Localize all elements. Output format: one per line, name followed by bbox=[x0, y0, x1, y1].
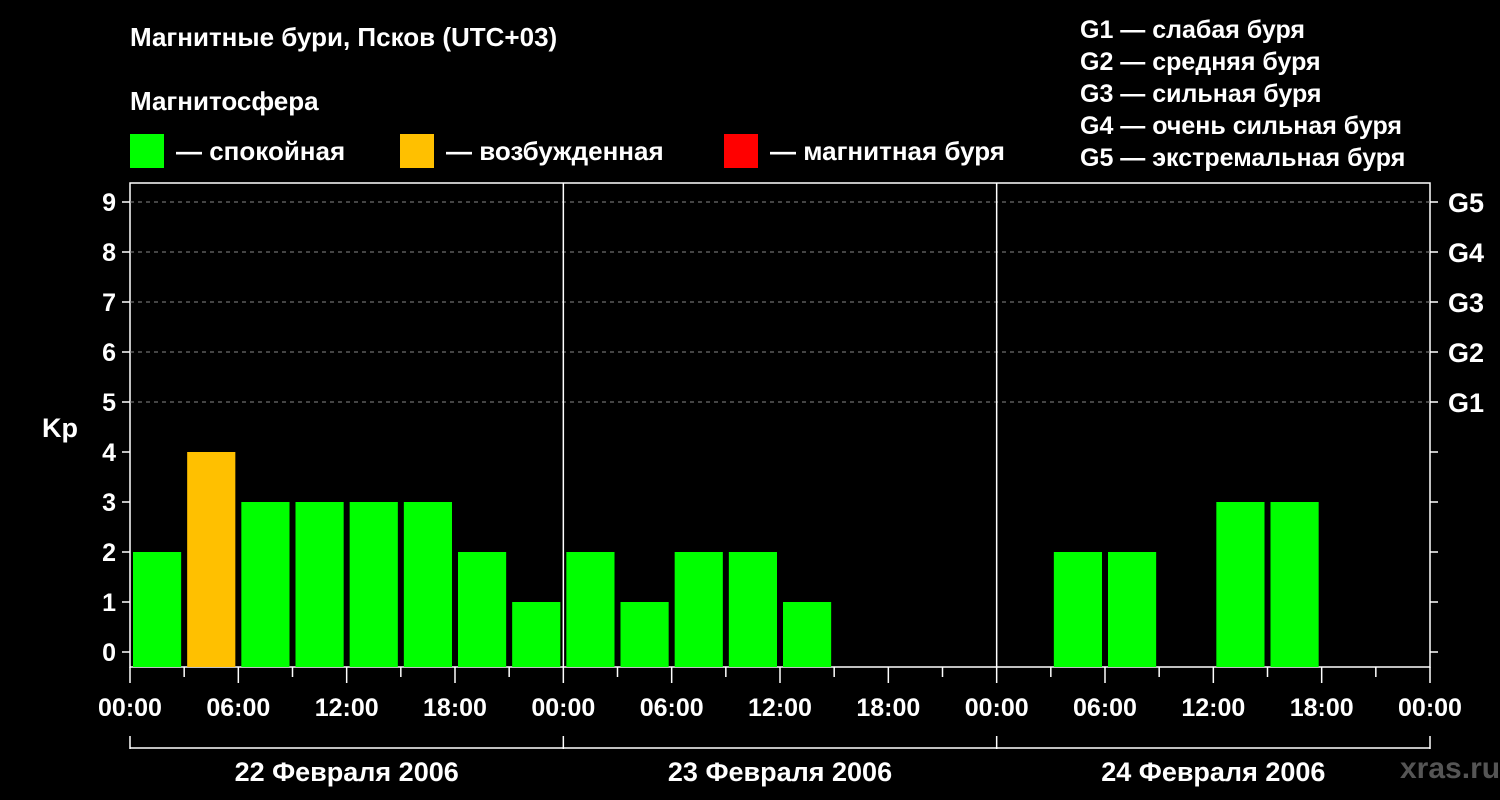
x-tick-label: 18:00 bbox=[1290, 694, 1354, 722]
x-tick-label: 12:00 bbox=[748, 694, 812, 722]
y-tick-label: 7 bbox=[102, 289, 116, 317]
g-level-label: G3 bbox=[1448, 288, 1484, 318]
y-tick-label: 2 bbox=[102, 539, 116, 567]
x-tick-label: 18:00 bbox=[423, 694, 487, 722]
kp-bar bbox=[241, 502, 290, 667]
kp-bar bbox=[783, 602, 832, 667]
day-label: 24 Февраля 2006 bbox=[1101, 757, 1325, 787]
y-tick-label: 8 bbox=[102, 239, 116, 267]
x-tick-label: 06:00 bbox=[1073, 694, 1137, 722]
day-label: 22 Февраля 2006 bbox=[235, 757, 459, 787]
x-tick-label: 12:00 bbox=[1181, 694, 1245, 722]
site-watermark: xras.ru bbox=[1400, 752, 1500, 785]
y-tick-label: 9 bbox=[102, 189, 116, 217]
kp-bar bbox=[295, 502, 344, 667]
day-label: 23 Февраля 2006 bbox=[668, 757, 892, 787]
x-tick-label: 06:00 bbox=[206, 694, 270, 722]
kp-bar bbox=[728, 552, 777, 667]
kp-bar bbox=[349, 502, 398, 667]
g-level-label: G1 bbox=[1448, 388, 1484, 418]
kp-bar bbox=[458, 552, 507, 667]
y-axis-label: Kp bbox=[42, 413, 78, 443]
kp-bar bbox=[133, 552, 182, 667]
kp-bar bbox=[1216, 502, 1265, 667]
x-tick-label: 00:00 bbox=[98, 694, 162, 722]
kp-bar bbox=[566, 552, 615, 667]
x-tick-label: 00:00 bbox=[1398, 694, 1462, 722]
y-tick-label: 3 bbox=[102, 489, 116, 517]
kp-bar bbox=[1108, 552, 1157, 667]
y-tick-label: 1 bbox=[102, 589, 116, 617]
y-tick-label: 4 bbox=[102, 439, 116, 467]
x-tick-label: 00:00 bbox=[965, 694, 1029, 722]
kp-bar bbox=[187, 452, 236, 667]
kp-bar bbox=[512, 602, 561, 667]
y-tick-label: 6 bbox=[102, 339, 116, 367]
kp-bar bbox=[1053, 552, 1102, 667]
y-tick-label: 0 bbox=[102, 639, 116, 667]
g-level-label: G4 bbox=[1448, 238, 1484, 268]
y-tick-label: 5 bbox=[102, 389, 116, 417]
g-level-label: G2 bbox=[1448, 338, 1484, 368]
x-tick-label: 00:00 bbox=[531, 694, 595, 722]
g-level-label: G5 bbox=[1448, 188, 1484, 218]
kp-bar bbox=[674, 552, 723, 667]
x-tick-label: 06:00 bbox=[640, 694, 704, 722]
kp-bar bbox=[620, 602, 669, 667]
kp-bar bbox=[1270, 502, 1319, 667]
kp-bar bbox=[403, 502, 452, 667]
x-tick-label: 18:00 bbox=[856, 694, 920, 722]
x-tick-label: 12:00 bbox=[315, 694, 379, 722]
kp-bar-chart: 0 1 2 3 4 5 6 7 8 9 G1 G2 G3 G4 G5 Kp 00:00 06:00 12:00 18:… bbox=[42, 182, 1484, 787]
